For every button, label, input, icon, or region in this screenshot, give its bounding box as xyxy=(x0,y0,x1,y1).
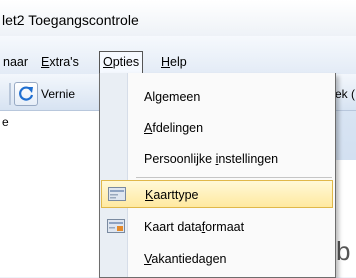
toolbar-separator xyxy=(9,83,11,105)
menu-extras-label: xtra's xyxy=(49,55,79,69)
menu-item-algemeen[interactable]: Algemeen xyxy=(101,83,333,111)
toolbar-right-label[interactable]: ek ( xyxy=(335,87,355,101)
window-title: let2 Toegangscontrole xyxy=(2,12,139,28)
menu-separator xyxy=(136,177,332,178)
lbl-pre: Al xyxy=(144,90,156,104)
menu-extras[interactable]: Extra's xyxy=(38,52,82,72)
opties-dropdown-menu: Algemeen Afdelingen Persoonlijke instell… xyxy=(99,73,336,278)
menu-help-accel: H xyxy=(161,55,171,69)
menu-naar[interactable]: naar xyxy=(0,52,31,72)
lbl-post: ormaat xyxy=(205,220,245,234)
menu-opties[interactable]: Opties xyxy=(99,51,144,73)
menu-item-algemeen-label: Algemeen xyxy=(144,83,200,111)
lbl-pre: Kaart data xyxy=(144,220,202,234)
menu-item-kaarttype[interactable]: Kaarttype xyxy=(101,180,333,208)
menu-bar: naar Extra's Opties Help xyxy=(0,36,356,74)
menu-item-vakantiedagen[interactable]: Vakantiedagen xyxy=(101,245,333,273)
card-type-icon xyxy=(108,187,126,201)
left-panel: e xyxy=(0,111,101,277)
menu-item-afdelingen-label: Afdelingen xyxy=(144,114,203,142)
lbl-pre: Persoonlijke xyxy=(144,152,216,166)
refresh-button[interactable] xyxy=(14,82,38,106)
menu-naar-label: naar xyxy=(3,55,29,69)
lbl-post: aarttype xyxy=(153,188,199,202)
refresh-label[interactable]: Vernie xyxy=(41,87,75,101)
lbl-post: fdelingen xyxy=(152,121,204,135)
card-format-icon xyxy=(107,219,125,233)
menu-item-vakantiedagen-label: Vakantiedagen xyxy=(144,245,227,273)
menu-item-kaarttype-label: Kaarttype xyxy=(145,181,199,209)
menu-item-kaart-dataformaat[interactable]: Kaart dataformaat xyxy=(101,213,333,241)
lbl-post: akantiedagen xyxy=(151,252,227,266)
lbl-post: emeen xyxy=(162,90,201,104)
right-panel-text: b xyxy=(336,236,351,266)
menu-opties-accel: O xyxy=(103,55,113,69)
menu-opties-label: pties xyxy=(112,55,140,69)
menu-help-label: elp xyxy=(170,55,187,69)
title-bar: let2 Toegangscontrole xyxy=(0,0,356,37)
menu-item-afdelingen[interactable]: Afdelingen xyxy=(101,114,333,142)
refresh-icon xyxy=(19,86,34,101)
left-panel-text: e xyxy=(2,115,9,129)
lbl-post: nstellingen xyxy=(218,152,279,166)
menu-help[interactable]: Help xyxy=(158,52,190,72)
menu-item-persoonlijke-instellingen[interactable]: Persoonlijke instellingen xyxy=(101,145,333,173)
menu-item-persoonlijke-instellingen-label: Persoonlijke instellingen xyxy=(144,145,278,173)
menu-item-kaart-dataformaat-label: Kaart dataformaat xyxy=(144,213,244,241)
